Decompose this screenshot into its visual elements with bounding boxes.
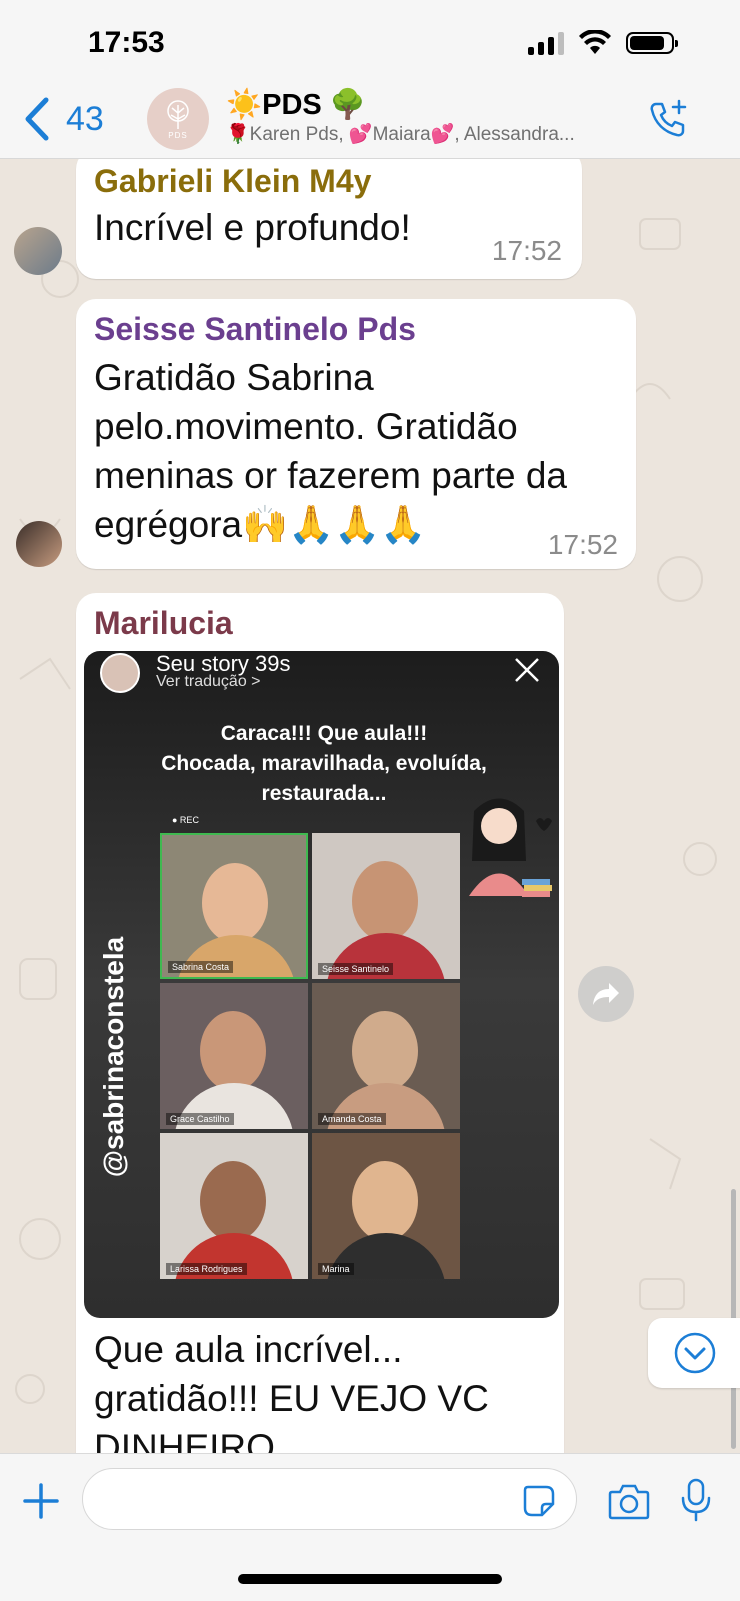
video-tile-name: Sabrina Costa xyxy=(168,961,234,973)
chat-header: 43 PDS ☀️PDS 🌳 🌹Karen Pds, 💕Maiara💕, Ale… xyxy=(0,88,740,159)
video-tile-name: Grace Castilho xyxy=(166,1113,234,1125)
group-avatar[interactable]: PDS xyxy=(147,88,209,150)
message-text-line: pelo.movimento. Gratidão xyxy=(94,406,518,447)
story-caption-line: Chocada, maravilhada, evoluída, xyxy=(161,752,487,775)
video-tile: Amanda Costa xyxy=(312,983,460,1129)
video-tile-name: Amanda Costa xyxy=(318,1113,386,1125)
status-bar: 17:53 xyxy=(0,0,740,88)
video-tile-name: Marina xyxy=(318,1263,354,1275)
back-button[interactable]: 43 xyxy=(20,94,104,144)
message-bubble[interactable]: Marilucia Seu story 39s Ver tradução > C… xyxy=(76,593,564,1453)
chat-area[interactable]: Gabrieli Klein M4y Incrível e profundo! … xyxy=(0,159,740,1453)
message-input[interactable] xyxy=(82,1468,577,1530)
message-text-line: Gratidão Sabrina xyxy=(94,357,374,398)
battery-icon xyxy=(626,32,678,54)
status-icons xyxy=(528,30,678,56)
image-caption-line: DINHEIRO... xyxy=(94,1427,306,1453)
sticker-icon[interactable] xyxy=(522,1484,556,1518)
rec-label: ● REC xyxy=(172,815,199,825)
avatar[interactable] xyxy=(16,521,62,567)
video-tile: Seisse Santinelo xyxy=(312,833,460,979)
video-tile: Larissa Rodrigues xyxy=(160,1133,308,1279)
group-title[interactable]: ☀️PDS 🌳 xyxy=(226,88,366,122)
group-members[interactable]: 🌹Karen Pds, 💕Maiara💕, Alessandra... xyxy=(226,122,626,146)
story-translate-link: Ver tradução > xyxy=(156,673,261,690)
message-text-line: egrégora🙌🙏🙏🙏 xyxy=(94,504,427,545)
close-icon xyxy=(515,658,539,682)
story-caption-line: Caraca!!! Que aula!!! xyxy=(220,722,428,745)
message-bubble[interactable]: Gabrieli Klein M4y Incrível e profundo! … xyxy=(76,159,582,279)
home-indicator xyxy=(238,1574,502,1584)
video-tile: Marina xyxy=(312,1133,460,1279)
plus-icon[interactable] xyxy=(22,1482,60,1520)
message-sender: Seisse Santinelo Pds xyxy=(94,311,416,347)
status-time: 17:53 xyxy=(88,26,165,59)
message-sender: Marilucia xyxy=(94,605,233,641)
image-caption-line: gratidão!!! EU VEJO VC xyxy=(94,1378,489,1419)
add-call-icon[interactable] xyxy=(646,98,690,142)
forward-button[interactable] xyxy=(578,966,634,1022)
chevron-down-circle-icon xyxy=(674,1332,716,1374)
camera-icon[interactable] xyxy=(608,1482,650,1520)
forward-arrow-icon xyxy=(593,983,619,1005)
story-handle: @sabrinaconstela xyxy=(98,936,129,1178)
message-text: Incrível e profundo! xyxy=(94,207,411,248)
story-image[interactable]: Seu story 39s Ver tradução > Caraca!!! Q… xyxy=(84,651,559,1318)
story-header: Seu story 39s Ver tradução > xyxy=(100,651,540,693)
cellular-signal-icon xyxy=(528,31,564,55)
image-caption: Que aula incrível... gratidão!!! EU VEJO… xyxy=(94,1325,554,1453)
avatar[interactable] xyxy=(14,227,62,275)
video-tile: Grace Castilho xyxy=(160,983,308,1129)
video-tile: Sabrina Costa xyxy=(160,833,308,979)
scroll-to-bottom-button[interactable] xyxy=(648,1318,740,1388)
message-bubble[interactable]: Seisse Santinelo Pds Gratidão Sabrina pe… xyxy=(76,299,636,569)
message-text: Gratidão Sabrina pelo.movimento. Gratidã… xyxy=(94,353,624,549)
video-call-grid: Sabrina Costa Seisse Santinelo Grace Cas… xyxy=(160,833,460,1318)
tree-icon xyxy=(167,99,189,129)
wifi-icon xyxy=(579,30,611,54)
image-caption-line: Que aula incrível... xyxy=(94,1329,403,1370)
chevron-left-icon xyxy=(25,97,49,141)
video-tile-name: Seisse Santinelo xyxy=(318,963,394,975)
video-tile-name: Larissa Rodrigues xyxy=(166,1263,247,1275)
message-time: 17:52 xyxy=(491,235,562,266)
message-text-line: meninas or fazerem parte da xyxy=(94,455,568,496)
message-sender: Gabrieli Klein M4y xyxy=(94,163,372,199)
microphone-icon[interactable] xyxy=(680,1478,712,1522)
message-time: 17:52 xyxy=(547,529,618,560)
unread-count: 43 xyxy=(66,99,104,138)
reading-girl-sticker xyxy=(469,798,552,897)
story-avatar xyxy=(100,653,140,693)
group-avatar-label: PDS xyxy=(168,130,188,140)
